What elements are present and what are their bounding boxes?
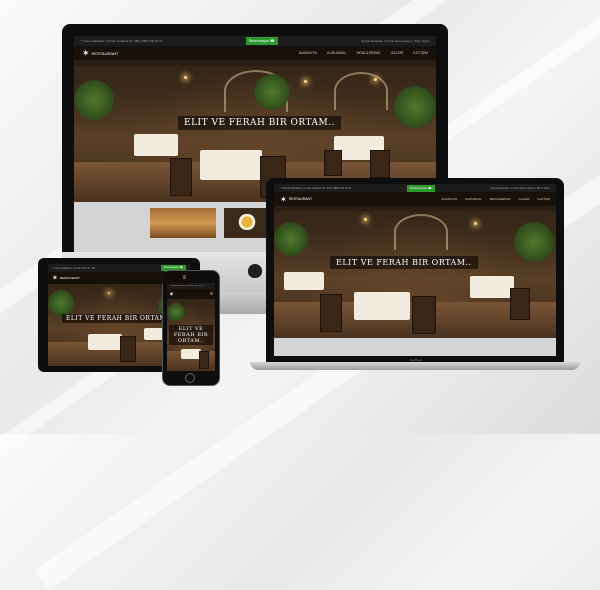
hamburger-menu-icon[interactable]: ≡ <box>210 291 213 297</box>
laptop-base <box>250 362 580 370</box>
site-logo[interactable]: ✶ RESTAURANT <box>82 48 118 59</box>
dining-chair <box>170 158 192 196</box>
site-logo[interactable]: ✶ RESTAURANT <box>52 274 80 282</box>
hamburger-menu-icon[interactable]: ≡ <box>182 275 186 281</box>
dining-chair <box>320 294 342 332</box>
dining-chair <box>370 150 390 178</box>
menu-item[interactable]: ANASAYFA <box>299 51 317 55</box>
star-logo-icon: ✶ <box>82 47 90 58</box>
ceiling-beam <box>74 60 436 66</box>
site-logo[interactable]: ✶ <box>169 291 175 298</box>
ceiling-lamp <box>364 218 367 221</box>
dining-table <box>470 276 514 298</box>
dining-table <box>354 292 410 320</box>
lang-links[interactable]: Sosyal Medyalar | Online Rezervasyon | B… <box>361 39 430 43</box>
plant-decor <box>514 222 554 262</box>
dining-chair <box>324 150 342 176</box>
ceiling-lamp <box>108 292 110 294</box>
menu-item[interactable]: İLETİŞİM <box>413 51 428 55</box>
star-logo-icon: ✶ <box>52 275 58 282</box>
logo-text: RESTAURANT <box>91 50 119 56</box>
reserve-button[interactable]: Rezervasyon ☎ <box>245 37 278 45</box>
address-text: * Cebeci Mahallesi, Cinnah Cad. No: 195 <box>52 266 96 270</box>
food-image <box>150 208 216 238</box>
plant-decor <box>167 303 185 321</box>
phone-screen: * Cebeci Mahallesi, Cinnah Cad. No: 195 … <box>167 283 215 371</box>
dining-chair <box>199 351 209 369</box>
address-text: * Cebeci Mahallesi, Cinnah Caddesi No: 1… <box>80 39 163 43</box>
menu-item[interactable]: ANASAYFA <box>442 197 458 201</box>
arch-decor <box>334 72 388 110</box>
dining-table <box>181 349 201 359</box>
logo-text: RESTAURANT <box>288 197 313 201</box>
arch-decor <box>394 214 448 250</box>
reserve-button[interactable]: Rezervasyon ☎ <box>406 184 435 192</box>
hero-caption: ELIT VE FERAH BIR ORTAM.. <box>178 116 341 130</box>
dining-chair <box>510 288 530 320</box>
menu-item[interactable]: KURUMSAL <box>327 51 346 55</box>
plant-decor <box>74 80 114 120</box>
star-logo-icon: ✶ <box>280 194 287 204</box>
logo-text: RESTAURANT <box>59 276 80 280</box>
hero-caption: ELIT VE FERAH BIR ORTAM.. <box>62 314 175 323</box>
site-logo[interactable]: ✶ RESTAURANT <box>280 195 312 204</box>
main-menu: ANASAYFA KURUMSAL MENÜLERİMİZ GALERİ İLE… <box>442 197 551 201</box>
ceiling-lamp <box>184 76 187 79</box>
hero-caption: ELIT VE FERAH BIR ORTAM.. <box>330 256 478 269</box>
menu-item[interactable]: MENÜLERİMİZ <box>356 51 380 55</box>
tablet-nav: ✶ RESTAURANT ≡ <box>48 272 190 284</box>
lang-links[interactable]: Sosyal Medyalar | Online Rezervasyon | B… <box>490 187 550 190</box>
dining-table <box>284 272 324 290</box>
hero-caption: ELIT VE FERAH BIR ORTAM.. <box>169 325 213 345</box>
address-text: * Cebeci Mahallesi, Cinnah Caddesi No: 1… <box>280 186 352 190</box>
ceiling-beam <box>274 206 556 211</box>
laptop-topbar: * Cebeci Mahallesi, Cinnah Caddesi No: 1… <box>274 184 556 192</box>
imac-nav: ✶ RESTAURANT ANASAYFA KURUMSAL MENÜLERİMİ… <box>74 46 436 60</box>
phone-device: * Cebeci Mahallesi, Cinnah Cad. No: 195 … <box>162 270 220 386</box>
plant-decor <box>48 290 74 316</box>
laptop-hero-slider[interactable]: ✶ RESTAURANT ANASAYFA KURUMSAL MENÜLERİMİ… <box>274 192 556 338</box>
phone-hero-slider[interactable]: ✶ ≡ ELIT VE FERAH BIR ORTAM.. <box>167 289 215 371</box>
star-logo-icon: ✶ <box>169 291 175 298</box>
menu-item[interactable]: KURUMSAL <box>465 197 482 201</box>
menu-item[interactable]: İLETİŞİM <box>537 197 550 201</box>
phone-nav: ✶ ≡ <box>167 289 215 299</box>
ceiling-lamp <box>474 222 477 225</box>
plant-decor <box>254 74 290 110</box>
menu-item[interactable]: GALERİ <box>391 51 404 55</box>
laptop-device: * Cebeci Mahallesi, Cinnah Caddesi No: 1… <box>250 178 580 374</box>
dining-table <box>134 134 178 156</box>
ceiling-lamp <box>304 80 307 83</box>
main-menu: ANASAYFA KURUMSAL MENÜLERİMİZ GALERİ İLE… <box>299 51 428 55</box>
laptop-content-strip <box>274 338 556 356</box>
dining-table <box>200 150 262 180</box>
dining-chair <box>120 336 136 362</box>
menu-item[interactable]: MENÜLERİMİZ <box>490 197 511 201</box>
laptop-brand-label: MacBook <box>409 358 423 362</box>
phone-home-button[interactable] <box>185 373 195 383</box>
laptop-nav: ✶ RESTAURANT ANASAYFA KURUMSAL MENÜLERİMİ… <box>274 192 556 206</box>
laptop-screen: * Cebeci Mahallesi, Cinnah Caddesi No: 1… <box>274 184 556 356</box>
plant-decor <box>274 222 308 256</box>
address-text: * Cebeci Mahallesi, Cinnah Cad. No: 195 <box>169 285 206 287</box>
ceiling-lamp <box>374 78 377 81</box>
dining-table <box>88 334 122 350</box>
plant-decor <box>394 86 436 128</box>
menu-item[interactable]: GALERİ <box>518 197 529 201</box>
imac-topbar: * Cebeci Mahallesi, Cinnah Caddesi No: 1… <box>74 36 436 46</box>
dining-chair <box>412 296 436 334</box>
